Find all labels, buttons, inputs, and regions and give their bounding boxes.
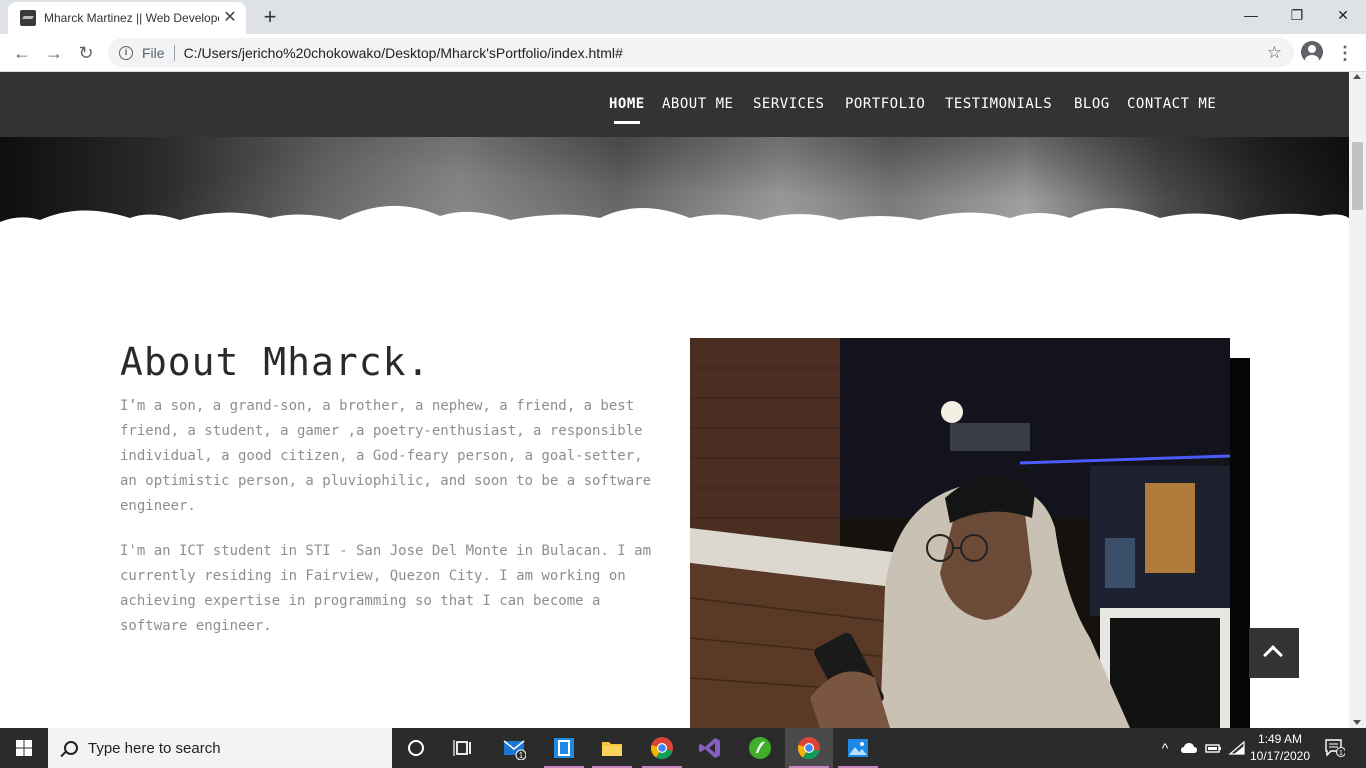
green-app-icon bbox=[749, 737, 771, 759]
site-info-icon[interactable]: i bbox=[119, 45, 133, 60]
chevron-up-icon bbox=[1263, 645, 1283, 665]
scroll-down-arrow-icon[interactable] bbox=[1353, 720, 1361, 725]
nav-services[interactable]: SERVICES bbox=[753, 96, 824, 112]
tray-chevron-icon[interactable]: ^ bbox=[1156, 740, 1174, 756]
active-nav-underline bbox=[614, 121, 640, 124]
battery-icon[interactable] bbox=[1204, 740, 1222, 756]
tab-title: Mharck Martinez || Web Developer bbox=[44, 11, 219, 25]
clock-time[interactable]: 1:49 AM bbox=[1244, 731, 1316, 748]
windows-logo-icon bbox=[16, 740, 32, 756]
start-button[interactable] bbox=[0, 728, 48, 768]
browser-tab-bar: Mharck Martinez || Web Developer ✕ + — ❐… bbox=[0, 0, 1366, 34]
task-view-button[interactable] bbox=[440, 728, 488, 768]
chrome-icon bbox=[650, 737, 673, 760]
taskbar-photos[interactable] bbox=[834, 728, 882, 768]
taskbar-chrome-1[interactable] bbox=[638, 728, 686, 768]
taskbar-mail[interactable]: 1 bbox=[490, 728, 538, 768]
windows-taskbar: Type here to search 1 ^ 1:49 AM 10/17/20… bbox=[0, 728, 1366, 768]
tab-close-icon[interactable]: ✕ bbox=[222, 10, 238, 26]
task-view-icon bbox=[453, 740, 471, 756]
nav-testimonials[interactable]: TESTIMONIALS bbox=[945, 96, 1052, 112]
taskbar-visual-studio[interactable] bbox=[686, 728, 734, 768]
notification-badge: 1 bbox=[1339, 750, 1343, 757]
browser-tab[interactable]: Mharck Martinez || Web Developer ✕ bbox=[8, 2, 246, 34]
close-window-button[interactable]: ✕ bbox=[1320, 0, 1366, 30]
nav-contact-me[interactable]: CONTACT ME bbox=[1127, 96, 1216, 112]
page-viewport: HOME ABOUT ME SERVICES PORTFOLIO TESTIMO… bbox=[0, 72, 1349, 728]
new-tab-button[interactable]: + bbox=[258, 5, 282, 29]
about-paragraph-1: I’m a son, a grand-son, a brother, a nep… bbox=[120, 398, 652, 514]
nav-about-me[interactable]: ABOUT ME bbox=[662, 96, 733, 112]
restore-button[interactable]: ❐ bbox=[1274, 0, 1320, 30]
back-button[interactable]: ← bbox=[10, 41, 34, 65]
bookmark-star-icon[interactable]: ☆ bbox=[1267, 43, 1282, 63]
taskbar-file-explorer[interactable] bbox=[588, 728, 636, 768]
minimize-button[interactable]: — bbox=[1228, 0, 1274, 30]
url-text[interactable]: C:/Users/jericho%20chokowako/Desktop/Mha… bbox=[184, 45, 623, 61]
about-heading: About Mharck. bbox=[120, 340, 431, 384]
scheme-label: File bbox=[142, 44, 165, 61]
forward-button[interactable]: → bbox=[42, 41, 66, 65]
reload-button[interactable]: ↻ bbox=[74, 41, 98, 65]
taskbar-dreamweaver[interactable] bbox=[736, 728, 784, 768]
address-separator bbox=[173, 44, 175, 61]
chrome-icon bbox=[797, 737, 820, 760]
cloud-divider bbox=[0, 205, 1349, 240]
taskbar-search-box[interactable]: Type here to search bbox=[48, 728, 392, 768]
site-navbar: HOME ABOUT ME SERVICES PORTFOLIO TESTIMO… bbox=[0, 72, 1349, 137]
mail-icon: 1 bbox=[503, 740, 526, 760]
scroll-up-arrow-icon[interactable] bbox=[1353, 74, 1361, 79]
browser-toolbar: ← → ↻ i File C:/Users/jericho%20chokowak… bbox=[0, 34, 1366, 72]
about-paragraph-2: I'm an ICT student in STI - San Jose Del… bbox=[120, 543, 652, 634]
scroll-thumb[interactable] bbox=[1352, 142, 1363, 210]
back-to-top-button[interactable] bbox=[1249, 628, 1299, 678]
mail-badge: 1 bbox=[519, 751, 524, 760]
onedrive-cloud-icon[interactable] bbox=[1180, 740, 1198, 756]
browser-menu-icon[interactable]: ⋮ bbox=[1336, 41, 1354, 65]
nav-home[interactable]: HOME bbox=[609, 96, 645, 112]
nav-blog[interactable]: BLOG bbox=[1074, 96, 1110, 112]
profile-avatar-icon[interactable] bbox=[1301, 41, 1323, 63]
clock-date[interactable]: 10/17/2020 bbox=[1244, 748, 1316, 765]
site-favicon-icon bbox=[20, 10, 36, 26]
taskbar-chrome-active[interactable] bbox=[785, 728, 833, 768]
taskbar-app-blue[interactable] bbox=[540, 728, 588, 768]
app-window-icon bbox=[554, 738, 574, 758]
visual-studio-icon bbox=[699, 738, 720, 758]
folder-icon bbox=[602, 742, 622, 756]
cortana-circle-icon bbox=[408, 740, 424, 756]
cortana-button[interactable] bbox=[392, 728, 440, 768]
notification-center-icon[interactable]: 1 bbox=[1325, 739, 1345, 757]
address-bar[interactable]: i File C:/Users/jericho%20chokowako/Desk… bbox=[108, 38, 1294, 67]
search-icon bbox=[64, 741, 78, 755]
profile-photo bbox=[690, 338, 1230, 728]
search-placeholder: Type here to search bbox=[88, 739, 221, 757]
page-scrollbar[interactable] bbox=[1349, 72, 1366, 728]
photos-icon bbox=[848, 739, 868, 757]
nav-portfolio[interactable]: PORTFOLIO bbox=[845, 96, 925, 112]
